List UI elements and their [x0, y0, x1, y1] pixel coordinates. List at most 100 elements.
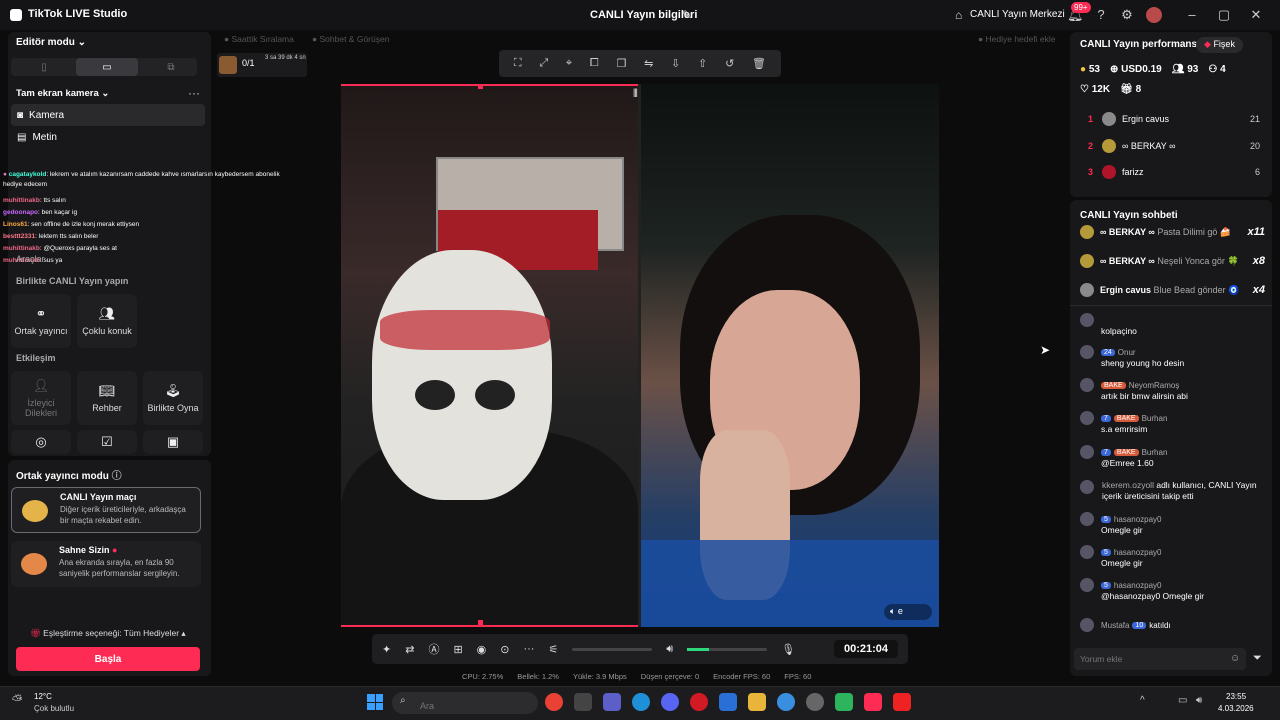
record-icon[interactable]: ◉: [477, 643, 487, 656]
chrome-icon[interactable]: [545, 693, 563, 711]
resize-handle-top[interactable]: [478, 84, 483, 89]
chat-message[interactable]: 24 Onur sheng young ho desin: [1080, 345, 1265, 369]
gift-goal-link[interactable]: ● Hediye hedefi ekle: [978, 34, 1055, 44]
edge-icon[interactable]: [632, 693, 650, 711]
live-match-card[interactable]: CANLI Yayın maçı Diğer içerik üreticiler…: [11, 487, 201, 533]
chat-input[interactable]: [1074, 648, 1246, 670]
resize-handle-bottom[interactable]: [478, 620, 483, 625]
chat-message[interactable]: kkerem.ozyoll adlı kullanıcı, CANLI Yayı…: [1080, 480, 1265, 502]
teams-icon[interactable]: [603, 693, 621, 711]
divider-handle-icon[interactable]: ⦀: [633, 88, 638, 101]
magic-icon[interactable]: ✦: [382, 643, 391, 656]
minimize-icon[interactable]: –: [1184, 7, 1200, 23]
target-tile[interactable]: ◎: [11, 430, 71, 454]
tab-chat[interactable]: ● Sohbet & Görüşen: [312, 34, 389, 44]
firework-badge[interactable]: ◆ Fişek: [1196, 37, 1243, 53]
mixer-icon[interactable]: ⚟: [548, 643, 558, 656]
leaderboard-row[interactable]: 2 ∞ BERKAY ∞ 20: [1080, 135, 1260, 157]
leaderboard-row[interactable]: 1 Ergin cavus 21: [1080, 108, 1260, 130]
camera-header[interactable]: Tam ekran kamera ⌄: [16, 88, 109, 99]
guest-controls[interactable]: 🔈︎ e: [884, 604, 932, 620]
split-divider[interactable]: [638, 84, 641, 627]
checklist-tile[interactable]: ☑: [77, 430, 137, 454]
more-icon[interactable]: ···: [188, 86, 200, 100]
cohost-tile[interactable]: ⚭ Ortak yayıncı: [11, 294, 71, 348]
expand-icon[interactable]: ⤢: [539, 57, 548, 70]
copy-icon[interactable]: ❐: [616, 57, 626, 70]
leaderboard-row[interactable]: 3 farizz 6: [1080, 161, 1260, 183]
match-option[interactable]: 🎁︎ Eşleştirme seçeneği: Tüm Hediyeler ▴: [30, 628, 186, 639]
mic-slider[interactable]: [687, 647, 768, 651]
crop-icon[interactable]: ⧠: [590, 57, 599, 70]
box-tile[interactable]: ▣: [143, 430, 203, 454]
gear-icon[interactable]: ⚙: [1119, 7, 1135, 23]
folder-icon[interactable]: [748, 693, 766, 711]
chat-message[interactable]: kolpaçino: [1080, 313, 1265, 337]
youtube-icon[interactable]: [893, 693, 911, 711]
home-icon[interactable]: ⌂: [955, 8, 962, 22]
store-icon[interactable]: [574, 693, 592, 711]
chat-message[interactable]: 5 hasanozpay0 Omegle gir: [1080, 512, 1265, 536]
guide-tile[interactable]: 📖︎ Rehber: [77, 371, 137, 425]
chat-message[interactable]: 7 BAKE Burhan @Emree 1.60: [1080, 445, 1265, 469]
phone-link-icon[interactable]: [835, 693, 853, 711]
layer-up-icon[interactable]: ⇧: [698, 57, 707, 70]
clock-date[interactable]: 4.03.2026: [1218, 704, 1254, 713]
editor-mode-label[interactable]: Editör modu ⌄: [16, 37, 86, 48]
network-icon[interactable]: ▭: [1178, 695, 1187, 706]
taskbar-search[interactable]: [392, 692, 538, 714]
portrait-button[interactable]: ▯: [13, 58, 75, 76]
multi-guest-tile[interactable]: 👥︎ Çoklu konuk: [77, 294, 137, 348]
volume-icon[interactable]: 🔊︎: [666, 643, 673, 656]
viewer-wishes-tile[interactable]: 👤︎ İzleyici Dilekleri: [11, 371, 71, 425]
play-together-tile[interactable]: 🕹︎ Birlikte Oyna: [143, 371, 203, 425]
split-button[interactable]: ⧉: [140, 58, 202, 76]
close-icon[interactable]: ✕: [1248, 7, 1264, 23]
edit-icon[interactable]: ✎: [682, 8, 692, 22]
sound-icon[interactable]: 🔊︎: [1196, 695, 1202, 706]
source-text[interactable]: ▤ Metin: [11, 126, 205, 148]
live-center-link[interactable]: CANLI Yayın Merkezi: [970, 9, 1065, 20]
avatar[interactable]: [1146, 7, 1162, 23]
rotate-icon[interactable]: ↺: [725, 57, 734, 70]
speaker-icon[interactable]: 🔈︎: [890, 606, 895, 616]
info-icon[interactable]: ⓘ: [112, 471, 122, 482]
flip-icon[interactable]: ⇋: [644, 57, 653, 70]
chat-message[interactable]: 7 BAKE Burhan s.a emrirsim: [1080, 411, 1265, 435]
delete-icon[interactable]: 🗑︎: [752, 57, 766, 70]
weather-desc[interactable]: Çok bulutlu: [34, 704, 74, 713]
more-options-icon[interactable]: ···: [523, 643, 534, 655]
chat-message[interactable]: 5 hasanozpay0 Omegle gir: [1080, 545, 1265, 569]
weather-icon[interactable]: ⛅︎: [12, 692, 22, 708]
layer-down-icon[interactable]: ⇩: [671, 57, 680, 70]
emoji-icon[interactable]: ☺: [1230, 653, 1240, 664]
volume-slider[interactable]: [572, 647, 653, 651]
clock-time[interactable]: 23:55: [1226, 692, 1246, 701]
windows-start-icon[interactable]: [367, 694, 383, 710]
maximize-icon[interactable]: ▢: [1216, 7, 1232, 23]
temperature[interactable]: 12°C: [34, 692, 52, 701]
tiktok-studio-icon[interactable]: [864, 693, 882, 711]
center-icon[interactable]: ⌖: [566, 57, 572, 70]
app-icon[interactable]: [806, 693, 824, 711]
landscape-button[interactable]: ▭: [76, 58, 138, 76]
ai-icon[interactable]: Ⓐ: [428, 641, 439, 657]
tray-chevron-icon[interactable]: ^: [1140, 695, 1145, 706]
help-icon[interactable]: ?: [1093, 7, 1109, 23]
chat-message[interactable]: BAKE NeyomRamoş artık bir bmw alirsin abi: [1080, 378, 1265, 402]
stage-card[interactable]: Sahne Sizin ● Ana ekranda sırayla, en fa…: [11, 541, 201, 587]
discord-icon[interactable]: [661, 693, 679, 711]
start-button[interactable]: Başla: [16, 647, 200, 671]
effects-icon[interactable]: e: [898, 606, 903, 616]
scene-icon[interactable]: ⊞: [453, 643, 462, 656]
swap-icon[interactable]: ⇄: [405, 643, 414, 656]
source-camera[interactable]: ◙ Kamera: [11, 104, 205, 126]
chat-message[interactable]: 5 hasanozpay0 @hasanozpay0 Omegle gir: [1080, 578, 1265, 602]
fit-icon[interactable]: ⛶: [514, 57, 522, 70]
pause-icon[interactable]: ⊙: [500, 643, 509, 656]
filter-icon[interactable]: ⏷: [1253, 652, 1262, 665]
mic-icon[interactable]: 🎙︎: [781, 643, 795, 656]
chrome-active-icon[interactable]: [777, 693, 795, 711]
opera-icon[interactable]: [690, 693, 708, 711]
tab-ranking[interactable]: ● Saattik Sıralama: [224, 34, 294, 44]
